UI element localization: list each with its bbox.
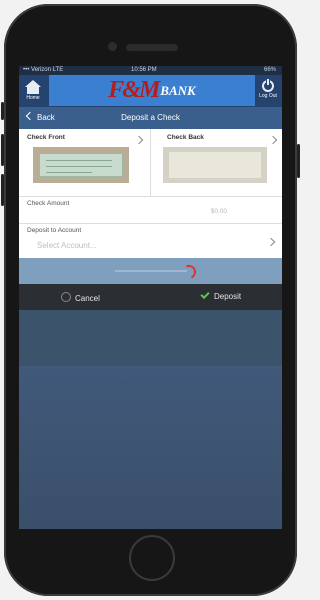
battery-label: 66%: [263, 67, 276, 73]
check-back-cell[interactable]: Check Back: [150, 129, 282, 196]
banner-divider: [115, 270, 187, 272]
page-title: Deposit a Check: [121, 113, 180, 122]
bank-logo: F&M BANK: [49, 75, 255, 106]
volume-up-button: [1, 134, 4, 166]
power-button: [297, 144, 300, 178]
chevron-right-icon: [268, 135, 278, 145]
deposit-button[interactable]: Deposit: [200, 289, 242, 301]
logo-text: BANK: [160, 82, 196, 98]
brand-swoosh-icon: [180, 263, 198, 281]
logout-button[interactable]: Log Out: [257, 77, 279, 100]
mute-switch: [1, 102, 4, 120]
logo-mark: F&M: [108, 77, 160, 103]
home-icon: [22, 77, 44, 94]
carrier-label: ••• Verizon LTE: [23, 67, 64, 73]
check-amount-field[interactable]: Check Amount $0.00: [19, 197, 282, 224]
chevron-right-icon: [266, 237, 276, 247]
check-front-cell[interactable]: Check Front: [19, 129, 150, 196]
check-back-label: Check Back: [167, 134, 204, 141]
deposit-account-select[interactable]: Deposit to Account Select Account...: [19, 224, 282, 258]
deposit-label: Deposit: [214, 292, 242, 301]
status-bar: ••• Verizon LTE 10:56 PM 66%: [19, 66, 282, 75]
check-front-image: [33, 147, 129, 183]
power-icon: [262, 78, 274, 92]
volume-down-button: [1, 174, 4, 206]
cancel-button[interactable]: Cancel: [61, 292, 100, 303]
check-amount-value[interactable]: $0.00: [211, 208, 227, 215]
home-button[interactable]: [129, 535, 175, 581]
home-label: Home: [26, 95, 40, 101]
nav-bar: Back Deposit a Check: [19, 107, 282, 129]
earpiece-speaker: [126, 44, 178, 51]
empty-content-area: [19, 366, 282, 529]
logout-label: Log Out: [259, 93, 277, 99]
check-front-label: Check Front: [27, 134, 65, 141]
cancel-label: Cancel: [75, 294, 100, 303]
check-back-image: [163, 147, 267, 183]
app-header: Home F&M BANK Log Out: [19, 75, 282, 107]
check-images-row: Check Front Check Back: [19, 129, 282, 197]
check-amount-label: Check Amount: [27, 200, 70, 207]
cancel-icon: [61, 292, 71, 302]
home-nav-button[interactable]: Home: [22, 77, 44, 102]
checkmark-icon: [200, 289, 210, 300]
footer-banner: [19, 258, 282, 284]
front-camera: [108, 42, 117, 51]
deposit-account-label: Deposit to Account: [27, 227, 82, 234]
status-time: 10:56 PM: [131, 67, 157, 73]
app-screen: ••• Verizon LTE 10:56 PM 66% Home F&M BA…: [19, 66, 282, 529]
chevron-right-icon: [134, 135, 144, 145]
select-account-placeholder: Select Account...: [37, 241, 97, 250]
action-bar: Cancel Deposit: [19, 284, 282, 310]
